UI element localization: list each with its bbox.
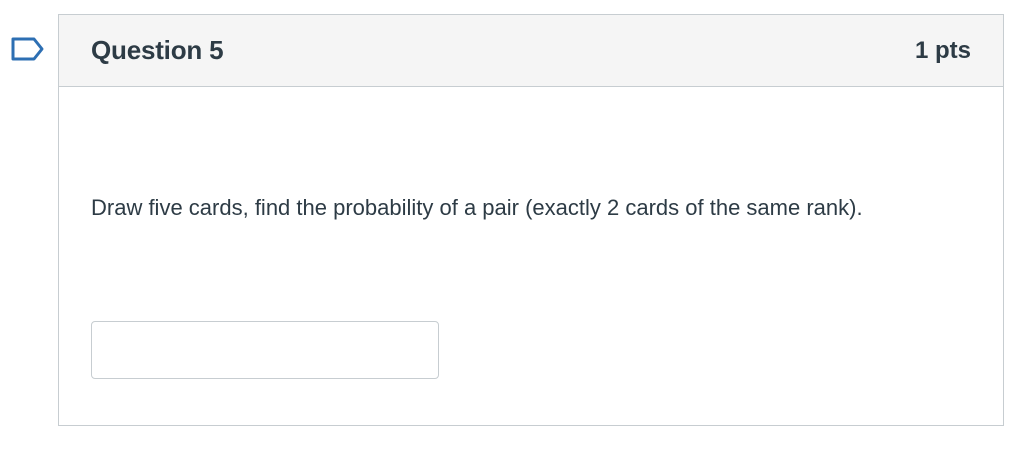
question-points: 1 pts [914,36,971,64]
flag-question-icon[interactable] [11,37,45,61]
question-title: Question 5 [91,35,224,65]
question-text: Draw five cards, find the probability of… [91,195,863,220]
answer-input[interactable] [91,321,439,379]
question-header: Question 5 1 pts [59,15,1003,87]
question-card: Question 5 1 pts Draw five cards, find t… [58,14,1004,426]
